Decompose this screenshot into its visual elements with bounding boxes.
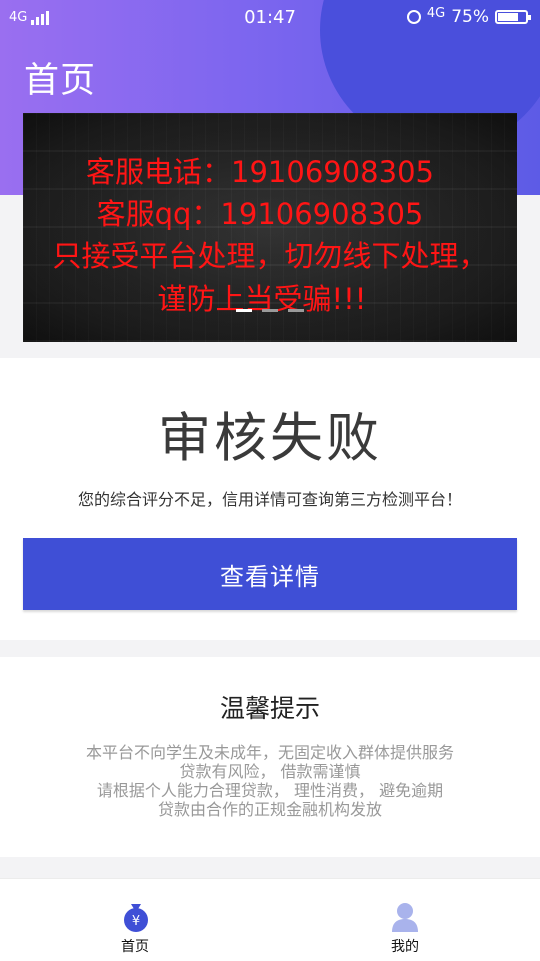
money-bag-icon: ¥ [124,904,148,932]
nav-item-mine[interactable]: 我的 [345,879,465,961]
alarm-icon [406,10,421,24]
svg-text:¥: ¥ [132,914,140,929]
status-right: 4G 75% [406,5,531,27]
result-card: 审核失败 您的综合评分不足，信用详情可查询第三方检测平台！ 查看详情 [0,358,540,640]
nav-label-home: 首页 [121,939,149,955]
nav-label-mine: 我的 [391,939,419,955]
user-icon [392,903,418,932]
banner-line-qq: 客服qq：19106908305 [96,197,424,231]
tips-title: 温馨提示 [219,694,320,723]
tips-line: 请根据个人能力合理贷款， 理性消费， 避免逾期 [96,781,444,800]
carousel-indicator [236,309,304,312]
page-title: 首页 [24,61,97,101]
status-bar: 4G 01:47 4G 75% [0,0,540,34]
battery-percent: 75% [451,7,489,27]
tips-card: 温馨提示 本平台不向学生及未成年，无固定收入群体提供服务 贷款有风险， 借款需谨… [0,657,540,857]
result-title: 审核失败 [158,408,382,469]
tips-line: 本平台不向学生及未成年，无固定收入群体提供服务 [85,743,454,762]
battery-icon [495,10,531,24]
tips-line: 贷款有风险， 借款需谨慎 [179,762,361,781]
banner-line-phone: 客服电话：19106908305 [86,155,434,189]
network-type-2: 4G [426,5,446,21]
tips-text: 本平台不向学生及未成年，无固定收入群体提供服务 贷款有风险， 借款需谨慎 请根据… [0,743,540,819]
view-details-button[interactable]: 查看详情 [23,538,517,610]
nav-item-home[interactable]: ¥ 首页 [75,879,195,961]
banner-carousel[interactable]: 客服电话：19106908305 客服qq：19106908305 只接受平台处… [23,113,517,342]
result-description: 您的综合评分不足，信用详情可查询第三方检测平台！ [77,490,462,509]
bottom-nav: ¥ 首页 我的 [0,878,540,961]
tips-line: 贷款由合作的正规金融机构发放 [157,800,382,819]
banner-line-warning: 只接受平台处理，切勿线下处理， [52,239,488,273]
carousel-dot[interactable] [262,309,278,312]
carousel-dot[interactable] [236,309,252,312]
carousel-dot[interactable] [288,309,304,312]
